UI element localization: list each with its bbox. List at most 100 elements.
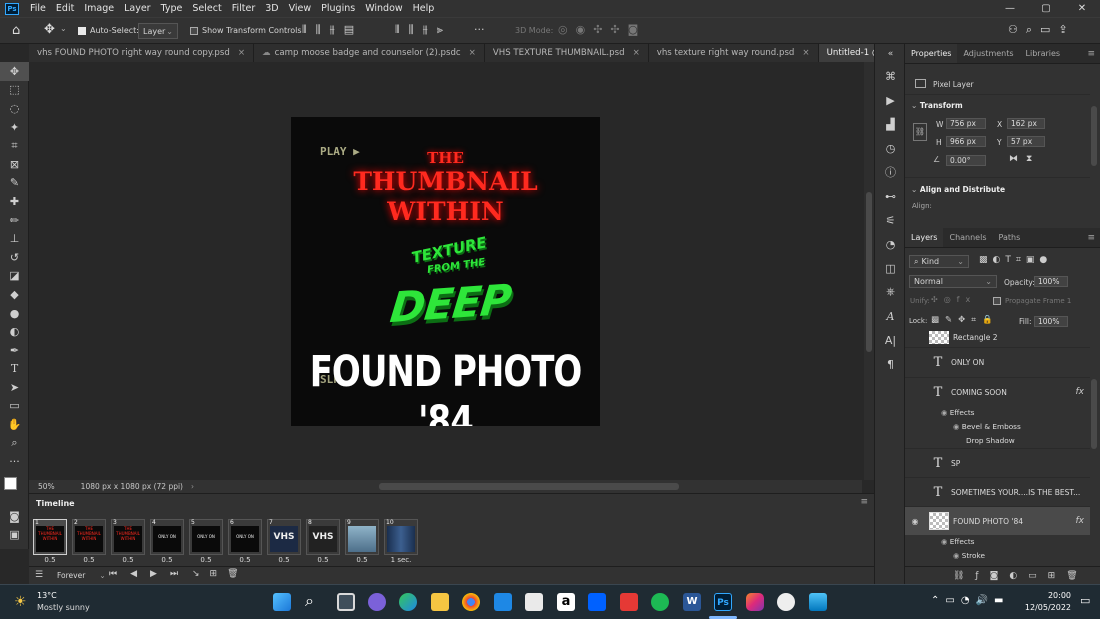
photos-icon[interactable] xyxy=(809,593,827,611)
effects-row[interactable]: ◉ Effects xyxy=(941,537,975,546)
type-tool-icon[interactable]: T xyxy=(0,360,29,379)
quick-mask-icon[interactable]: ◙ xyxy=(0,507,29,526)
frame-1[interactable]: 1 THE THUMBNAIL WITHIN xyxy=(33,519,67,555)
frame-delay[interactable]: 0.5 xyxy=(308,556,338,564)
frame-delay[interactable]: 0.5 xyxy=(152,556,182,564)
actions-play-icon[interactable]: ▶ xyxy=(875,88,906,112)
layer-sometimes-your[interactable]: T SOMETIMES YOUR....IS THE BEST... xyxy=(905,478,1090,507)
color-swatches[interactable] xyxy=(0,471,28,507)
clock-time[interactable]: 20:00 xyxy=(1029,591,1071,600)
frame-tool-icon[interactable]: ⊠ xyxy=(0,155,29,174)
tab-channels[interactable]: Channels xyxy=(943,228,992,247)
task-view-icon[interactable] xyxy=(337,593,355,611)
layer-only-on[interactable]: T ONLY ON xyxy=(905,348,1090,378)
distribute-icons[interactable]: ⫴⫼⫵⫸ xyxy=(395,23,452,37)
menu-view[interactable]: View xyxy=(284,3,317,14)
panel-menu-icon[interactable]: ≡ xyxy=(860,497,868,507)
close-icon[interactable]: × xyxy=(633,48,640,58)
frame-actions[interactable]: ↘⊞🗑 xyxy=(192,569,249,579)
layer-filter-icons[interactable]: ▩◐T⌗▣● xyxy=(979,255,1052,265)
effect-drop-shadow[interactable]: Drop Shadow xyxy=(966,436,1015,445)
frame-delay[interactable]: 0.5 xyxy=(347,556,377,564)
close-icon[interactable]: × xyxy=(469,48,476,58)
frame-6[interactable]: 6 ONLY ON xyxy=(228,519,262,555)
frame-10[interactable]: 10 xyxy=(384,519,418,555)
align-icons[interactable]: ⫴⫼⫵▤ xyxy=(302,23,363,37)
clone-source-icon[interactable]: ▟ xyxy=(875,112,906,136)
tab-camp-moose[interactable]: ☁ camp moose badge and counselor (2).psdc… xyxy=(254,44,485,62)
rectangle-tool-icon[interactable]: ▭ xyxy=(0,397,29,416)
office-icon[interactable] xyxy=(620,593,638,611)
width-field[interactable]: 756 px xyxy=(946,118,986,129)
start-icon[interactable] xyxy=(273,593,291,611)
fill-field[interactable]: 100% xyxy=(1034,316,1068,327)
effect-bevel-emboss[interactable]: ◉ Bevel & Emboss xyxy=(953,422,1021,431)
sliders-icon[interactable]: ⚟ xyxy=(875,208,906,232)
propagate-checkbox[interactable]: Propagate Frame 1 xyxy=(993,297,1071,305)
layer-kind-filter[interactable]: ⌕ Kind ⌄ xyxy=(909,255,969,268)
properties-scrollbar[interactable] xyxy=(1091,106,1097,166)
frame-8[interactable]: 8 VHS xyxy=(306,519,340,555)
amazon-icon[interactable]: a xyxy=(557,593,575,611)
chevron-down-icon[interactable]: ⌄ xyxy=(60,24,67,33)
notification-icon[interactable]: ▭ xyxy=(1080,594,1090,607)
menu-edit[interactable]: Edit xyxy=(51,3,79,14)
move-tool-icon[interactable]: ✥ xyxy=(0,62,29,81)
y-field[interactable]: 57 px xyxy=(1007,136,1045,147)
history-brush-icon[interactable]: ↺ xyxy=(0,248,29,267)
word-icon[interactable]: W xyxy=(683,593,701,611)
flip-icons[interactable]: ⧓⧗ xyxy=(1009,154,1040,164)
show-transform-checkbox[interactable]: Show Transform Controls xyxy=(190,26,302,35)
frame-3[interactable]: 3 THE THUMBNAIL WITHIN xyxy=(111,519,145,555)
layer-coming-soon[interactable]: T COMING SOON fx xyxy=(905,378,1090,406)
tab-paths[interactable]: Paths xyxy=(993,228,1027,247)
tab-adjustments[interactable]: Adjustments xyxy=(957,44,1019,63)
height-field[interactable]: 966 px xyxy=(946,136,986,147)
frame-4[interactable]: 4 ONLY ON xyxy=(150,519,184,555)
paragraph-icon[interactable]: ¶ xyxy=(875,352,906,376)
eraser-tool-icon[interactable]: ◪ xyxy=(0,267,29,286)
menu-filter[interactable]: Filter xyxy=(227,3,261,14)
menu-plugins[interactable]: Plugins xyxy=(316,3,360,14)
menu-type[interactable]: Type xyxy=(156,3,188,14)
glyphs-icon[interactable]: ⎈ xyxy=(875,280,906,304)
menu-file[interactable]: File xyxy=(25,3,51,14)
frame-9[interactable]: 9 xyxy=(345,519,379,555)
eyedropper-icon[interactable]: ✎ xyxy=(0,174,29,193)
home-icon[interactable]: ⌂ xyxy=(12,23,20,38)
dropbox-icon[interactable] xyxy=(588,593,606,611)
edge-icon[interactable] xyxy=(399,593,417,611)
frame-2[interactable]: 2 THE THUMBNAIL WITHIN xyxy=(72,519,106,555)
chrome-icon[interactable] xyxy=(462,593,480,611)
panel-menu-icon[interactable]: ≡ xyxy=(1082,44,1100,63)
document-canvas[interactable]: PLAY ▶ THE THUMBNAIL WITHIN TEXTURE FROM… xyxy=(291,117,600,426)
path-select-icon[interactable]: ➤ xyxy=(0,378,29,397)
maximize-button[interactable]: ▢ xyxy=(1028,0,1064,17)
loop-dropdown[interactable]: Forever ⌄ xyxy=(57,571,106,580)
photoshop-taskbar-icon[interactable]: Ps xyxy=(714,593,732,611)
playback-controls[interactable]: ⏮◀▶⏭ xyxy=(109,569,191,579)
file-explorer-icon[interactable] xyxy=(431,593,449,611)
angle-field[interactable]: 0.00° xyxy=(946,155,986,166)
tab-libraries[interactable]: Libraries xyxy=(1020,44,1067,63)
tab-vhs-texture-thumbnail[interactable]: VHS TEXTURE THUMBNAIL.psd × xyxy=(484,44,649,62)
frame-delay[interactable]: 0.5 xyxy=(191,556,221,564)
frame-delay[interactable]: 0.5 xyxy=(74,556,104,564)
layer-actions-bar[interactable]: ⛓ƒ◙◐▭⊞🗑 xyxy=(905,566,1100,584)
more-tools-icon[interactable]: ··· xyxy=(0,452,29,471)
layer-comps-icon[interactable]: ◫ xyxy=(875,256,906,280)
info-icon[interactable]: ⓘ xyxy=(875,160,906,184)
paragraph-styles-icon[interactable]: A| xyxy=(875,328,906,352)
menu-select[interactable]: Select xyxy=(187,3,226,14)
layer-sp[interactable]: T SP xyxy=(905,448,1090,478)
menu-help[interactable]: Help xyxy=(408,3,440,14)
teams-chat-icon[interactable] xyxy=(368,593,386,611)
expand-panels-icon[interactable]: « xyxy=(875,44,906,64)
vertical-scrollbar[interactable] xyxy=(864,62,874,480)
frame-delay[interactable]: 0.5 xyxy=(113,556,143,564)
close-icon[interactable]: × xyxy=(238,48,245,58)
hand-tool-icon[interactable]: ✋ xyxy=(0,415,29,434)
menu-window[interactable]: Window xyxy=(360,3,407,14)
effects-row[interactable]: ◉ Effects xyxy=(941,408,975,417)
frame-7[interactable]: 7 VHS xyxy=(267,519,301,555)
